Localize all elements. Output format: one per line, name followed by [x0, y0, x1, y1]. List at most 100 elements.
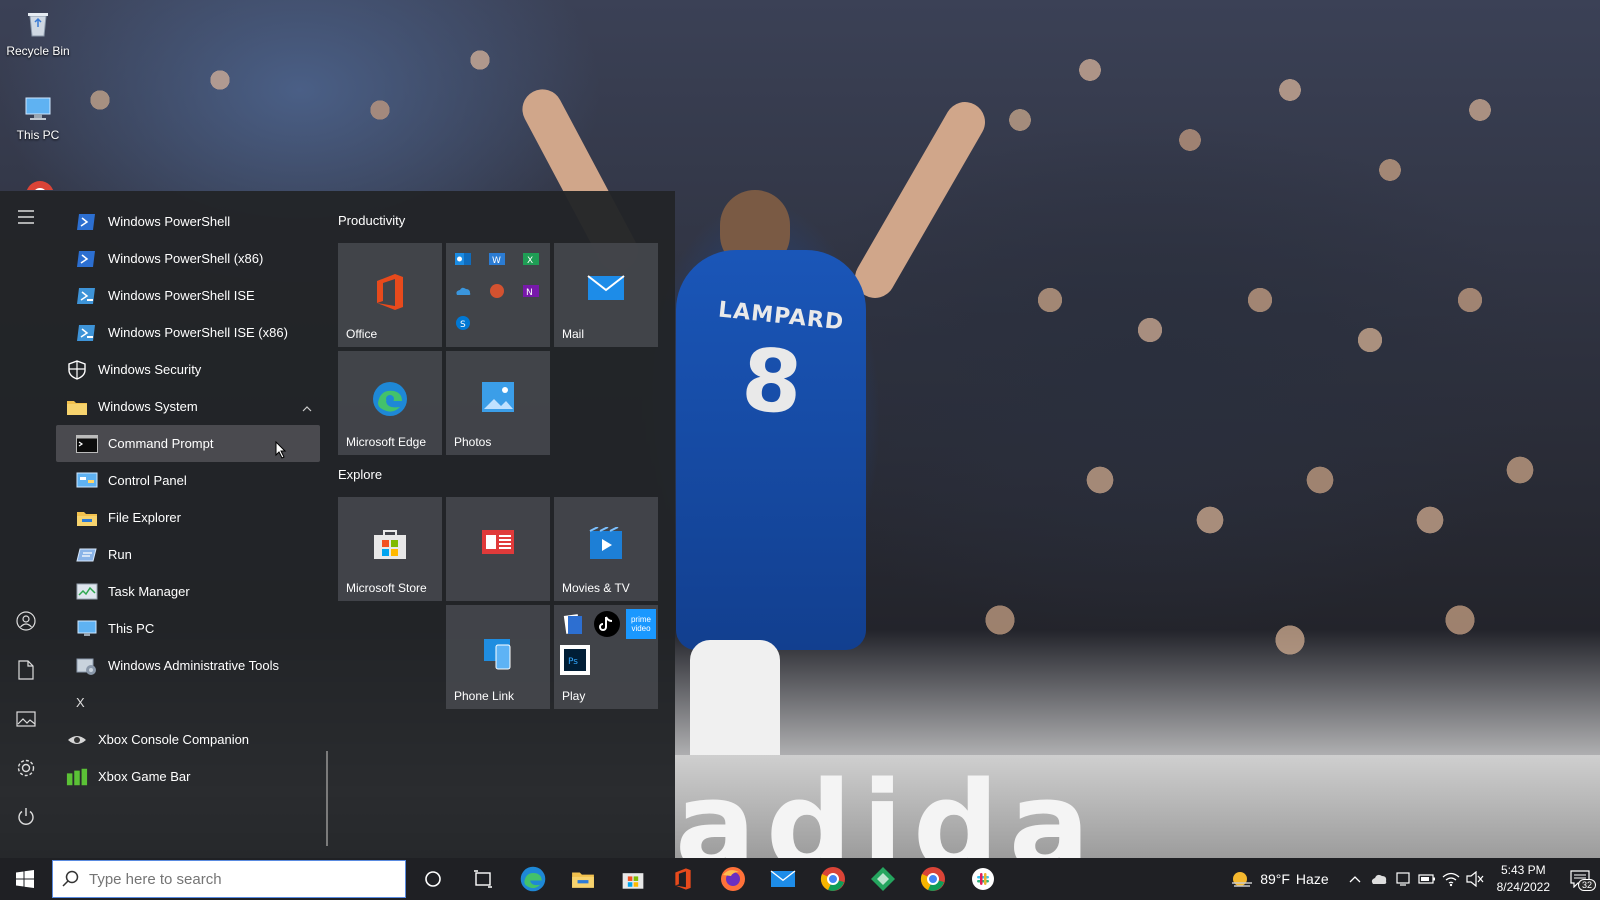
task-manager-icon	[76, 581, 98, 603]
app-item-xbox-console-companion[interactable]: Xbox Console Companion	[56, 721, 320, 758]
taskbar-chrome-2[interactable]	[908, 858, 958, 900]
taskbar-office[interactable]	[658, 858, 708, 900]
notification-count-badge: 32	[1577, 879, 1596, 891]
app-item-xbox-game-bar[interactable]: Xbox Game Bar	[56, 758, 320, 795]
app-list: Windows PowerShell Windows PowerShell (x…	[56, 203, 326, 795]
taskbar-chrome-1[interactable]	[808, 858, 858, 900]
tile-microsoft-edge[interactable]: Microsoft Edge	[338, 351, 442, 455]
app-item-windows-security[interactable]: Windows Security	[56, 351, 320, 388]
mail-icon	[554, 273, 658, 303]
start-button[interactable]	[0, 858, 50, 900]
tile-movies-tv[interactable]: Movies & TV	[554, 497, 658, 601]
taskbar-store[interactable]	[608, 858, 658, 900]
show-hidden-icons-button[interactable]	[1343, 867, 1367, 891]
documents-button[interactable]	[10, 654, 42, 686]
desktop-icon-recycle-bin[interactable]: Recycle Bin	[0, 8, 76, 58]
letter-header-x[interactable]: X	[56, 684, 326, 721]
taskbar-mail[interactable]	[758, 858, 808, 900]
solitaire-icon	[563, 614, 582, 634]
chevron-up-icon	[302, 400, 312, 415]
app-item-windows-administrative-tools[interactable]: Windows Administrative Tools	[56, 647, 320, 684]
onedrive-tray-button[interactable]	[1367, 867, 1391, 891]
weather-widget[interactable]: 89°F Haze	[1230, 869, 1329, 889]
taskbar-pinned	[408, 858, 1008, 900]
app-list-scrollbar[interactable]	[326, 751, 328, 846]
app-item-label: Windows System	[98, 399, 198, 414]
app-item-windows-powershell-ise-x86[interactable]: Windows PowerShell ISE (x86)	[56, 314, 320, 351]
app-item-command-prompt[interactable]: Command Prompt	[56, 425, 320, 462]
tile-label: Microsoft Store	[346, 581, 427, 595]
outlook-icon	[455, 253, 471, 265]
search-icon	[53, 870, 89, 888]
tile-microsoft-store[interactable]: Microsoft Store	[338, 497, 442, 601]
cloud-icon	[1371, 874, 1386, 884]
folder-icon	[76, 507, 98, 529]
user-icon	[16, 611, 36, 631]
app-item-control-panel[interactable]: Control Panel	[56, 462, 320, 499]
onedrive-icon	[456, 287, 471, 295]
wallpaper-board-text: adida	[675, 757, 1100, 858]
chevron-up-icon	[1349, 876, 1361, 883]
picture-icon	[16, 711, 36, 727]
battery-icon	[1418, 874, 1435, 884]
expand-menu-button[interactable]	[10, 201, 42, 233]
app-item-label: Windows Administrative Tools	[108, 658, 279, 673]
pictures-button[interactable]	[10, 703, 42, 735]
app-item-label: Task Manager	[108, 584, 190, 599]
system-tray: 89°F Haze 5:43 PM 8/24/2022 32	[1230, 858, 1600, 900]
tile-play[interactable]: prime video Ps Play	[554, 605, 658, 709]
tile-label: Photos	[454, 435, 492, 449]
taskbar: 89°F Haze 5:43 PM 8/24/2022 32	[0, 858, 1600, 900]
taskbar-firefox[interactable]	[708, 858, 758, 900]
app-item-run[interactable]: Run	[56, 536, 320, 573]
wallpaper-advert-board: adida	[675, 755, 1600, 858]
device-tray-button[interactable]	[1391, 867, 1415, 891]
device-icon	[1396, 872, 1410, 886]
desktop-chrome-icon[interactable]	[25, 180, 55, 190]
battery-button[interactable]	[1415, 867, 1439, 891]
app-folder-windows-system[interactable]: Windows System	[56, 388, 320, 425]
tile-photos[interactable]: Photos	[446, 351, 550, 455]
tile-office-apps-group[interactable]: W X N S	[446, 243, 550, 347]
app-item-label: Windows Security	[98, 362, 202, 377]
tile-mail[interactable]: Mail	[554, 243, 658, 347]
svg-text:N: N	[526, 288, 533, 298]
cortana-button[interactable]	[408, 858, 458, 900]
tile-news[interactable]	[446, 497, 550, 601]
settings-button[interactable]	[10, 752, 42, 784]
taskbar-file-explorer[interactable]	[558, 858, 608, 900]
search-input[interactable]	[89, 870, 389, 888]
edge-icon	[338, 381, 442, 417]
tile-label: Mail	[562, 327, 585, 341]
app-item-file-explorer[interactable]: File Explorer	[56, 499, 320, 536]
account-button[interactable]	[10, 605, 42, 637]
clock-time: 5:43 PM	[1500, 863, 1546, 877]
app-item-label: Windows PowerShell ISE (x86)	[108, 325, 288, 340]
office-apps-grid: W X N S	[454, 251, 544, 331]
app-item-windows-powershell-ise[interactable]: Windows PowerShell ISE	[56, 277, 320, 314]
task-view-button[interactable]	[458, 858, 508, 900]
app-item-this-pc[interactable]: This PC	[56, 610, 320, 647]
app-item-windows-powershell-x86[interactable]: Windows PowerShell (x86)	[56, 240, 320, 277]
network-button[interactable]	[1439, 867, 1463, 891]
taskbar-slack[interactable]	[958, 858, 1008, 900]
tile-office[interactable]: Office	[338, 243, 442, 347]
action-center-button[interactable]: 32	[1560, 867, 1600, 891]
svg-text:X: X	[527, 256, 533, 266]
app-item-label: Control Panel	[108, 473, 187, 488]
taskbar-search-box[interactable]	[52, 860, 406, 898]
xbox-icon	[66, 729, 88, 751]
power-button[interactable]	[10, 801, 42, 833]
tile-label: Movies & TV	[562, 581, 630, 595]
desktop-icon-this-pc[interactable]: This PC	[0, 92, 76, 142]
power-icon	[18, 808, 34, 825]
chrome-icon	[820, 867, 845, 891]
taskbar-kali[interactable]	[858, 858, 908, 900]
tile-phone-link[interactable]: Phone Link	[446, 605, 550, 709]
taskbar-edge[interactable]	[508, 858, 558, 900]
app-item-windows-powershell[interactable]: Windows PowerShell	[56, 203, 320, 240]
taskbar-clock[interactable]: 5:43 PM 8/24/2022	[1497, 862, 1550, 896]
volume-button[interactable]	[1463, 867, 1487, 891]
excel-icon: X	[523, 253, 539, 266]
app-item-task-manager[interactable]: Task Manager	[56, 573, 320, 610]
